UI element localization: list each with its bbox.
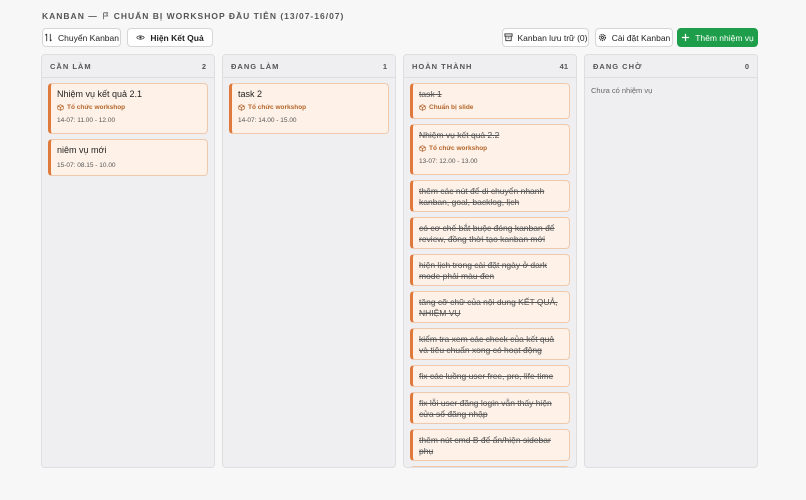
card-title: có cơ chế bắt buộc đóng kanban để review… [419, 223, 555, 244]
card-title: fix các luồng user free, pro, life time [419, 371, 554, 381]
task-card[interactable] [410, 466, 570, 467]
kanban-settings-button[interactable]: Cài đặt Kanban [595, 28, 673, 47]
box-icon [419, 104, 426, 111]
column-title: CẦN LÀM [50, 61, 92, 71]
box-icon [57, 104, 64, 111]
card-tag: Tổ chức workshop [238, 104, 382, 111]
flag-icon [102, 12, 108, 20]
switch-kanban-button[interactable]: Chuyển Kanban [42, 28, 121, 47]
plus-icon [682, 33, 690, 42]
task-card[interactable]: fix các luồng user free, pro, life time [410, 365, 570, 387]
column-header: CẦN LÀM 2 [42, 55, 214, 78]
column-title: ĐANG LÀM [231, 61, 280, 71]
box-icon [419, 145, 426, 152]
switch-icon [45, 33, 52, 42]
column-header: HOÀN THÀNH 41 [404, 55, 576, 78]
box-icon [238, 104, 245, 111]
column-count: 1 [382, 61, 387, 71]
card-time: 14-07: 14.00 - 15.00 [238, 117, 297, 124]
eye-icon [136, 35, 145, 40]
card-time: 15-07: 08.15 - 10.00 [57, 162, 116, 169]
task-card[interactable]: tăng cỡ chữ của nội dung KẾT QUẢ, NHIỆM … [410, 291, 570, 323]
card-tag: Chuẩn bị slide [419, 104, 563, 111]
task-card[interactable]: kiểm tra xem các check của kết quả và ti… [410, 328, 570, 360]
card-tag: Tổ chức workshop [57, 104, 201, 111]
task-card[interactable]: task 1 Chuẩn bị slide [410, 83, 570, 119]
column-header: ĐANG LÀM 1 [223, 55, 395, 78]
card-title: task 2 [238, 89, 263, 99]
task-card[interactable]: Nhiệm vụ kết quả 2.2 Tổ chức workshop 13… [410, 124, 570, 175]
breadcrumb: KANBAN — CHUẨN BỊ WORKSHOP ĐẦU TIÊN (13/… [42, 11, 344, 21]
column-count: 0 [744, 61, 749, 71]
card-title: tăng cỡ chữ của nội dung KẾT QUẢ, NHIỆM … [419, 297, 558, 318]
gear-icon [598, 33, 606, 42]
task-card[interactable]: niêm vụ mới 15-07: 08.15 - 10.00 [48, 139, 208, 176]
task-card[interactable]: thêm các nút để di chuyển nhanh kanban, … [410, 180, 570, 212]
task-card[interactable]: thêm nút cmd B để ẩn/hiện sidebar phụ [410, 429, 570, 461]
toolbar: Chuyển Kanban Hiện Kết Quả Kanban lưu tr… [42, 28, 758, 47]
column-done: HOÀN THÀNH 41 task 1 Chuẩn bị slide Nhiệ… [403, 54, 577, 468]
column-in-progress: ĐANG LÀM 1 task 2 Tổ chức workshop 14-07… [222, 54, 396, 468]
empty-message: Chưa có nhiệm vụ [591, 86, 653, 95]
card-title: thêm nút cmd B để ẩn/hiện sidebar phụ [419, 435, 551, 456]
show-results-button[interactable]: Hiện Kết Quả [127, 28, 213, 47]
archive-icon [503, 33, 513, 42]
card-tag: Tổ chức workshop [419, 145, 563, 152]
task-card[interactable]: fix lỗi user đăng login vẫn thấy hiện cử… [410, 392, 570, 424]
card-title: kiểm tra xem các check của kết quả và ti… [419, 334, 555, 355]
add-task-button[interactable]: Thêm nhiệm vụ [677, 28, 758, 47]
task-card[interactable]: Nhiệm vụ kết quả 2.1 Tổ chức workshop 14… [48, 83, 208, 134]
card-title: fix lỗi user đăng login vẫn thấy hiện cử… [419, 398, 552, 419]
task-card[interactable]: hiện lịch trong cài đặt ngày ở dark mode… [410, 254, 570, 286]
breadcrumb-root[interactable]: KANBAN — [42, 11, 98, 21]
task-card[interactable]: task 2 Tổ chức workshop 14-07: 14.00 - 1… [229, 83, 389, 134]
column-header: ĐANG CHỜ 0 [585, 55, 757, 78]
card-title: hiện lịch trong cài đặt ngày ở dark mode… [419, 260, 547, 281]
card-title: thêm các nút để di chuyển nhanh kanban, … [419, 186, 545, 207]
column-title: ĐANG CHỜ [593, 61, 643, 71]
archive-button[interactable]: Kanban lưu trữ (0) [502, 28, 589, 47]
card-time: 13-07: 12.00 - 13.00 [419, 158, 478, 165]
column-todo: CẦN LÀM 2 Nhiệm vụ kết quả 2.1 Tổ chức w… [41, 54, 215, 468]
card-title: Nhiệm vụ kết quả 2.1 [57, 89, 143, 99]
card-time: 14-07: 11.00 - 12.00 [57, 117, 116, 124]
card-title: niêm vụ mới [57, 145, 107, 155]
column-title: HOÀN THÀNH [412, 61, 473, 71]
column-waiting: ĐANG CHỜ 0 Chưa có nhiệm vụ [584, 54, 758, 468]
card-title: Nhiệm vụ kết quả 2.2 [419, 130, 500, 140]
task-card[interactable]: có cơ chế bắt buộc đóng kanban để review… [410, 217, 570, 249]
column-count: 2 [201, 61, 206, 71]
breadcrumb-workshop: CHUẨN BỊ WORKSHOP ĐẦU TIÊN (13/07-16/07) [113, 11, 345, 21]
column-count: 41 [559, 61, 568, 71]
card-title: task 1 [419, 89, 442, 99]
